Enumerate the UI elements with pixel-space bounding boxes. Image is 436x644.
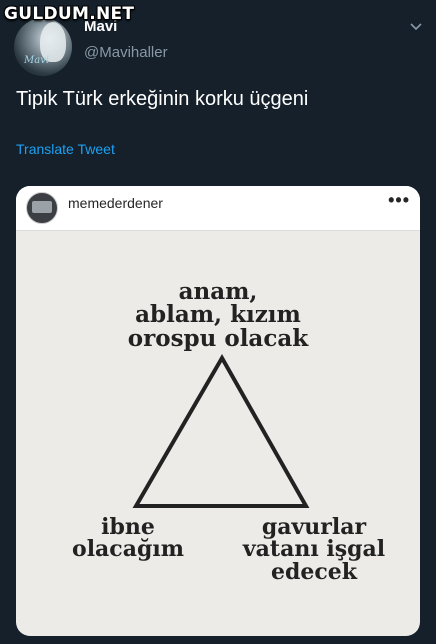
instagram-username: memederdener [68, 195, 163, 211]
avatar-text: Mavi [24, 55, 50, 66]
watermark-logo: GULDUM.NET [4, 4, 135, 24]
meme-bottom-left-label: ibne olacağım [72, 514, 184, 563]
triangle-shape [132, 354, 310, 508]
user-handle[interactable]: @Mavihaller [84, 44, 168, 61]
tweet-screenshot: GULDUM.NET Mavi Mavi @Mavihaller Tipik T… [0, 0, 436, 644]
meme-bottom-right-label: gavurlar vatanı işgal edecek [242, 514, 386, 585]
avatar[interactable]: Mavi [14, 18, 72, 76]
chevron-down-icon[interactable] [408, 18, 424, 34]
instagram-avatar [26, 192, 58, 224]
tweet-text: Tipik Türk erkeğinin korku üçgeni [16, 88, 309, 110]
more-options-icon: ••• [388, 190, 410, 210]
meme-top-label: anam, ablam, kızım orospu olacak [127, 278, 309, 352]
translate-tweet-link[interactable]: Translate Tweet [16, 141, 115, 157]
instagram-post-header: memederdener ••• [16, 186, 420, 231]
tweet-media-image[interactable]: memederdener ••• anam, ablam, kızım oros… [16, 186, 420, 636]
